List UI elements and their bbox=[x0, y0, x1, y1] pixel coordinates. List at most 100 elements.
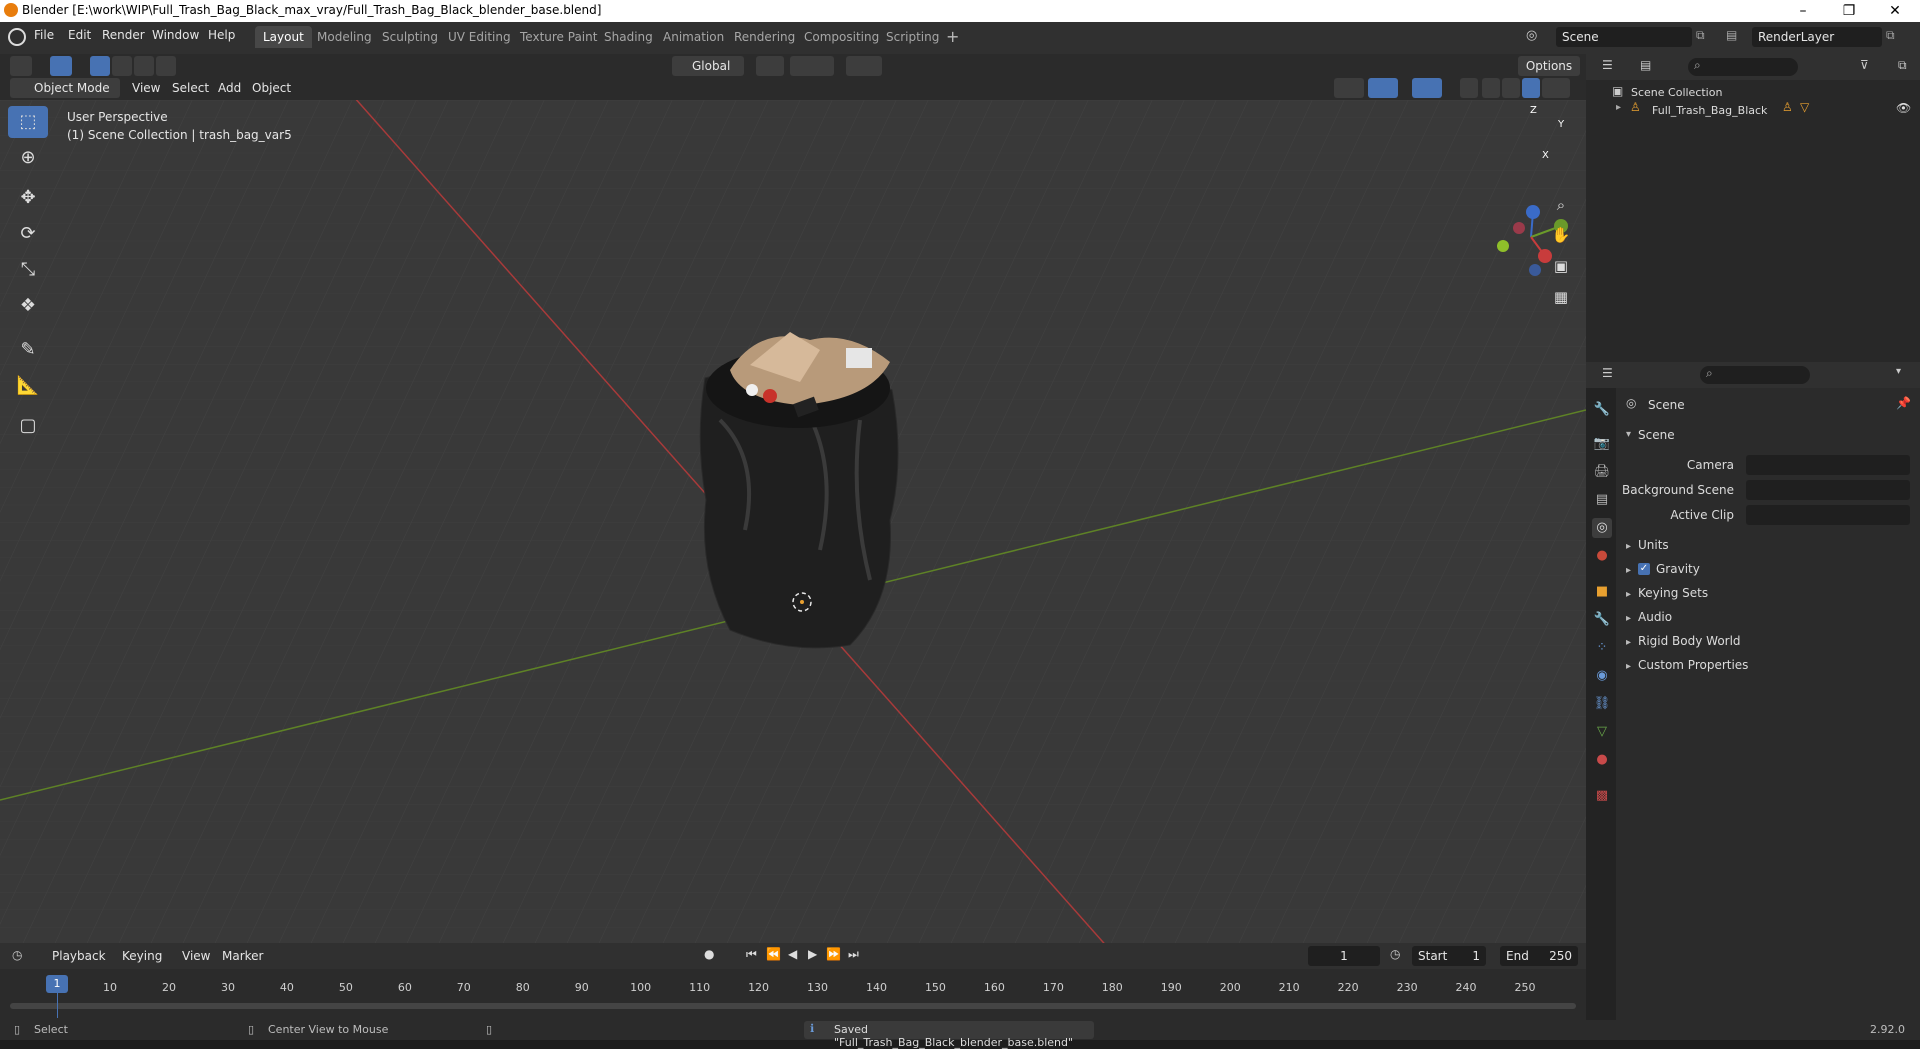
view-layer-field[interactable]: RenderLayer bbox=[1752, 27, 1882, 47]
record-icon[interactable]: ● bbox=[704, 947, 714, 961]
tab-shading[interactable]: Shading bbox=[596, 26, 661, 48]
menu-view[interactable]: View bbox=[132, 78, 160, 98]
xray-icon[interactable] bbox=[1460, 78, 1478, 98]
material-tab-icon[interactable]: ● bbox=[1592, 750, 1612, 770]
material-shading-icon[interactable] bbox=[1522, 78, 1540, 98]
select-mode-extend-icon[interactable] bbox=[112, 56, 132, 76]
outliner-search-input[interactable]: ⌕ bbox=[1688, 58, 1798, 76]
menu-playback[interactable]: Playback bbox=[52, 946, 106, 966]
world-tab-icon[interactable]: ● bbox=[1592, 546, 1612, 566]
expand-arrow-icon[interactable]: ▸ bbox=[1626, 613, 1631, 624]
add-cube-tool-icon[interactable]: ▢ bbox=[8, 410, 48, 442]
select-box-tool-icon[interactable]: ⬚ bbox=[8, 106, 48, 138]
properties-search-input[interactable]: ⌕ bbox=[1700, 366, 1810, 384]
constraints-tab-icon[interactable]: ⛓ bbox=[1592, 694, 1612, 714]
menu-help[interactable]: Help bbox=[208, 28, 235, 42]
scene-selector-icon[interactable]: ◎ bbox=[1526, 28, 1537, 43]
texture-tab-icon[interactable]: ▩ bbox=[1592, 786, 1612, 806]
background-scene-field[interactable] bbox=[1746, 480, 1910, 500]
minimize-button[interactable]: – bbox=[1780, 1, 1826, 21]
transform-tool-icon[interactable]: ❖ bbox=[8, 290, 48, 322]
dropdown-icon[interactable]: ▾ bbox=[1896, 366, 1901, 377]
3d-viewport[interactable]: User Perspective (1) Scene Collection | … bbox=[0, 100, 1586, 943]
timeline-scrollbar[interactable] bbox=[10, 1003, 1576, 1009]
scene-panel-title[interactable]: Scene bbox=[1638, 428, 1675, 442]
jump-end-icon[interactable]: ⏭ bbox=[848, 947, 859, 962]
display-mode-icon[interactable]: ▤ bbox=[1640, 58, 1651, 72]
outliner-root-label[interactable]: Scene Collection bbox=[1631, 86, 1722, 99]
tool-tab-icon[interactable]: 🔧 bbox=[1592, 400, 1612, 420]
snap-icon[interactable] bbox=[790, 56, 834, 76]
options-dropdown[interactable]: Options bbox=[1518, 56, 1580, 76]
gravity-checkbox[interactable]: ✓ bbox=[1638, 563, 1650, 575]
tab-uv-editing[interactable]: UV Editing bbox=[440, 26, 519, 48]
menu-window[interactable]: Window bbox=[152, 28, 199, 42]
outliner-editor-icon[interactable]: ☰ bbox=[1602, 58, 1613, 72]
playhead[interactable]: 1 bbox=[46, 975, 68, 993]
new-collection-icon[interactable]: ⧉ bbox=[1898, 58, 1907, 73]
select-mode-subtract-icon[interactable] bbox=[134, 56, 154, 76]
menu-timeline-view[interactable]: View bbox=[182, 946, 210, 966]
menu-edit[interactable]: Edit bbox=[68, 28, 91, 42]
start-frame-field[interactable]: Start 1 bbox=[1412, 946, 1486, 966]
overlay-toggle-icon[interactable] bbox=[1412, 78, 1442, 98]
zoom-icon[interactable]: ⌕ bbox=[1548, 192, 1574, 218]
wireframe-shading-icon[interactable] bbox=[1482, 78, 1500, 98]
visibility-icon[interactable] bbox=[1334, 78, 1364, 98]
tab-texture-paint[interactable]: Texture Paint bbox=[512, 26, 605, 48]
eye-visibility-icon[interactable]: 👁 bbox=[1896, 101, 1911, 115]
data-tab-icon[interactable]: ▽ bbox=[1592, 722, 1612, 742]
view-layer-icon[interactable]: ▤ bbox=[1726, 28, 1737, 42]
maximize-button[interactable]: ❐ bbox=[1826, 1, 1872, 21]
section-rigid-body-world[interactable]: Rigid Body World bbox=[1638, 634, 1741, 648]
camera-field[interactable] bbox=[1746, 455, 1910, 475]
end-frame-field[interactable]: End 250 bbox=[1500, 946, 1578, 966]
tab-animation[interactable]: Animation bbox=[655, 26, 732, 48]
proportional-edit-icon[interactable] bbox=[846, 56, 882, 76]
measure-tool-icon[interactable]: 📐 bbox=[8, 370, 48, 402]
tab-sculpting[interactable]: Sculpting bbox=[374, 26, 446, 48]
rendered-shading-icon[interactable] bbox=[1542, 78, 1570, 98]
collapse-arrow-icon[interactable]: ▾ bbox=[1626, 429, 1631, 440]
jump-start-icon[interactable]: ⏮ bbox=[746, 947, 757, 962]
preview-range-icon[interactable]: ◷ bbox=[1390, 947, 1400, 961]
camera-view-icon[interactable]: ▣ bbox=[1548, 253, 1574, 279]
expand-arrow-icon[interactable]: ▸ bbox=[1626, 565, 1631, 576]
menu-render[interactable]: Render bbox=[102, 28, 145, 42]
expand-arrow-icon[interactable]: ▸ bbox=[1626, 637, 1631, 648]
menu-marker[interactable]: Marker bbox=[222, 946, 263, 966]
section-units[interactable]: Units bbox=[1638, 538, 1669, 552]
tab-rendering[interactable]: Rendering bbox=[726, 26, 803, 48]
select-mode-intersect-icon[interactable] bbox=[156, 56, 176, 76]
current-frame-field[interactable]: 1 bbox=[1308, 946, 1380, 966]
object-tab-icon[interactable]: ■ bbox=[1592, 582, 1612, 602]
section-custom-properties[interactable]: Custom Properties bbox=[1638, 658, 1748, 672]
next-keyframe-icon[interactable]: ⏩ bbox=[826, 947, 841, 961]
scene-name-field[interactable]: Scene bbox=[1556, 27, 1692, 47]
gizmo-toggle-icon[interactable] bbox=[1368, 78, 1398, 98]
expand-arrow-icon[interactable]: ▸ bbox=[1616, 102, 1621, 113]
play-icon[interactable]: ▶ bbox=[808, 947, 817, 961]
tab-modeling[interactable]: Modeling bbox=[309, 26, 380, 48]
filter-icon[interactable]: ⊽ bbox=[1860, 58, 1869, 72]
select-mode-new-icon[interactable] bbox=[90, 56, 110, 76]
particles-tab-icon[interactable]: ⁘ bbox=[1592, 638, 1612, 658]
prev-keyframe-icon[interactable]: ⏪ bbox=[766, 947, 781, 961]
rotate-tool-icon[interactable]: ⟳ bbox=[8, 218, 48, 250]
move-tool-icon[interactable]: ✥ bbox=[8, 182, 48, 214]
properties-editor-icon[interactable]: ☰ bbox=[1602, 366, 1613, 380]
menu-keying[interactable]: Keying bbox=[122, 946, 162, 966]
annotate-tool-icon[interactable]: ✎ bbox=[8, 334, 48, 366]
pin-icon[interactable]: 📌 bbox=[1896, 396, 1911, 410]
menu-add[interactable]: Add bbox=[218, 78, 241, 98]
ortho-grid-icon[interactable]: ▦ bbox=[1548, 284, 1574, 310]
pivot-point-icon[interactable] bbox=[756, 56, 784, 76]
blender-menu-icon[interactable] bbox=[8, 28, 26, 46]
section-keying-sets[interactable]: Keying Sets bbox=[1638, 586, 1708, 600]
menu-object[interactable]: Object bbox=[252, 78, 291, 98]
new-view-layer-icon[interactable]: ⧉ bbox=[1886, 28, 1895, 43]
section-audio[interactable]: Audio bbox=[1638, 610, 1672, 624]
close-window-button[interactable]: ✕ bbox=[1872, 1, 1918, 21]
editor-type-icon[interactable] bbox=[10, 56, 32, 76]
transform-orientation-dropdown[interactable]: Global bbox=[672, 56, 744, 76]
